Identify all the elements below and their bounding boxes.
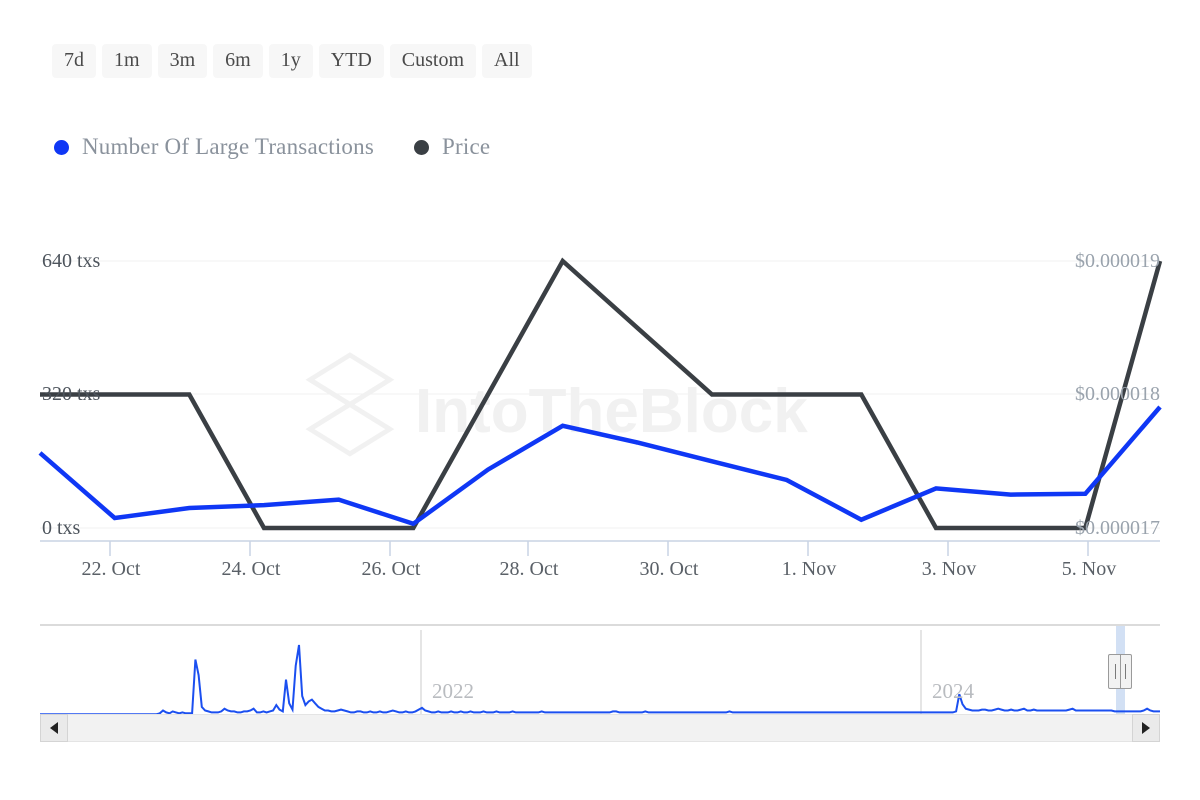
scroll-left-button[interactable]	[40, 714, 68, 742]
x-axis-tick-label: 22. Oct	[82, 558, 141, 581]
y-axis-left-tick-0: 0 txs	[42, 517, 80, 540]
chart-page: 7d 1m 3m 6m 1y YTD Custom All Number Of …	[0, 0, 1200, 800]
y-axis-left-tick-320: 320 txs	[42, 383, 100, 406]
x-axis-tick-label: 24. Oct	[222, 558, 281, 581]
y-axis-right-tick-19: $0.000019	[1075, 250, 1160, 273]
x-axis-tick-label: 5. Nov	[1062, 558, 1116, 581]
x-axis-tick-label: 3. Nov	[922, 558, 976, 581]
handle-grip-line	[1115, 664, 1116, 679]
chart-plot-area[interactable]: IntoTheBlock	[0, 0, 1200, 800]
x-axis-tick-label: 1. Nov	[782, 558, 836, 581]
x-axis	[40, 541, 1160, 556]
navigator-year-label-2022: 2022	[432, 679, 474, 704]
arrow-left-icon	[50, 722, 58, 734]
x-axis-tick-label: 30. Oct	[640, 558, 699, 581]
handle-grip-separator	[1120, 654, 1121, 689]
navigator-year-label-2024: 2024	[932, 679, 974, 704]
y-axis-right-tick-17: $0.000017	[1075, 517, 1160, 540]
navigator-handle-right[interactable]	[1108, 654, 1132, 689]
y-axis-left-tick-640: 640 txs	[42, 250, 100, 273]
watermark: IntoTheBlock	[310, 355, 808, 454]
x-axis-tick-label: 26. Oct	[362, 558, 421, 581]
y-axis-right-tick-18: $0.000018	[1075, 383, 1160, 406]
arrow-right-icon	[1142, 722, 1150, 734]
x-axis-tick-label: 28. Oct	[500, 558, 559, 581]
handle-grip-line	[1125, 664, 1126, 679]
scroll-right-button[interactable]	[1132, 714, 1160, 742]
navigator-scrollbar-track[interactable]	[40, 714, 1160, 742]
